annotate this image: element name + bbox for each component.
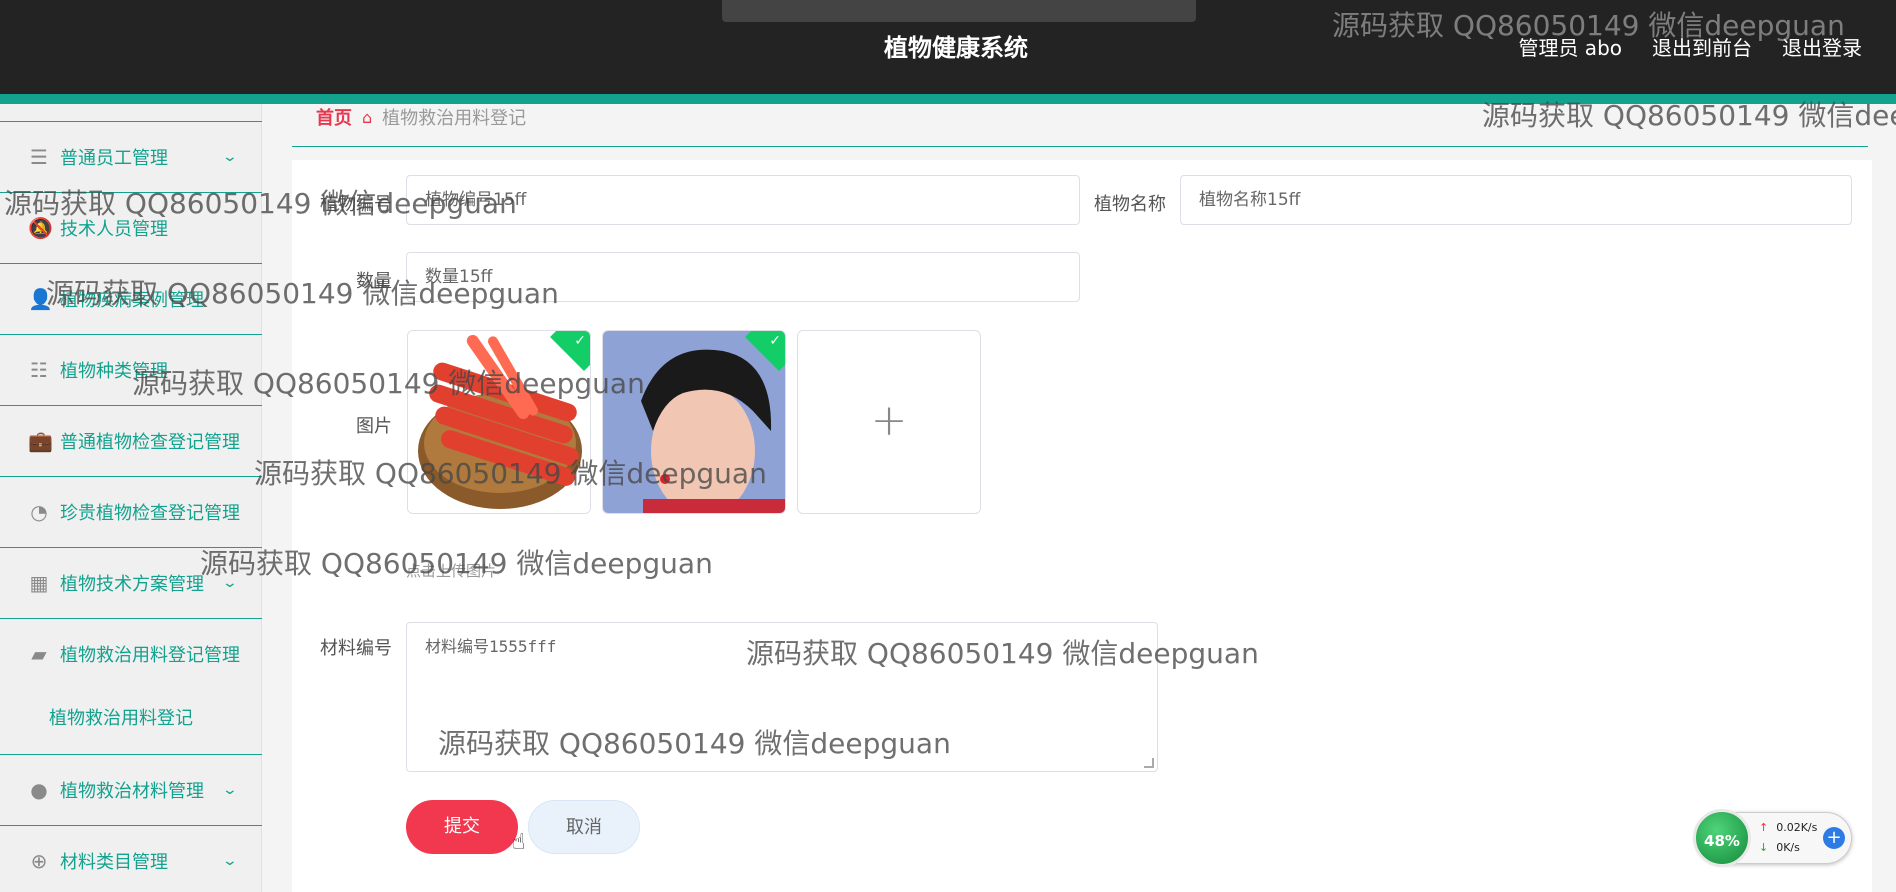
chevron-down-icon: ⌄ bbox=[221, 149, 239, 165]
sidebar-item-label: 技术人员管理 bbox=[60, 219, 168, 240]
top-bar: 植物健康系统 管理员 abo 退出到前台 退出登录 源码获取 QQ8605014… bbox=[0, 0, 1896, 104]
sidebar-item-label: 植物疾病案例管理 bbox=[60, 290, 204, 311]
material-code-value: 材料编号1555fff bbox=[425, 637, 557, 656]
sidebar-item-tech-staff[interactable]: 🔕 技术人员管理 bbox=[0, 192, 262, 263]
carrots-image bbox=[408, 331, 590, 513]
plus-icon: + bbox=[870, 395, 908, 446]
search-box[interactable] bbox=[722, 0, 1196, 22]
plant-code-label: 植物编号 bbox=[320, 194, 392, 215]
breadcrumb-home[interactable]: 首页 bbox=[316, 104, 352, 130]
briefcase-icon: 💼 bbox=[28, 429, 53, 453]
grid-icon: ▦ bbox=[29, 571, 49, 595]
breadcrumb: 首页 ⌂ 植物救治用料登记 bbox=[316, 104, 526, 130]
sidebar-item-label: 材料类目管理 bbox=[60, 852, 168, 873]
logout-link[interactable]: 退出登录 bbox=[1782, 32, 1862, 61]
hand-cursor-icon: ☝ bbox=[512, 830, 526, 855]
check-icon: ✓ bbox=[769, 333, 781, 349]
app-title: 植物健康系统 bbox=[884, 34, 1028, 62]
admin-label[interactable]: 管理员 abo bbox=[1518, 32, 1622, 61]
plant-name-input[interactable]: 植物名称15ff bbox=[1180, 175, 1852, 225]
chevron-down-icon: ⌄ bbox=[221, 853, 239, 869]
uploaded-image-carrots[interactable]: ✓ bbox=[407, 330, 591, 514]
compass-icon: ⊕ bbox=[30, 849, 48, 873]
sidebar-item-material-categories[interactable]: ⊕ 材料类目管理 ⌄ bbox=[0, 825, 262, 892]
to-frontend-link[interactable]: 退出到前台 bbox=[1652, 32, 1752, 61]
sidebar-item-label: 植物救治用料登记管理 bbox=[60, 645, 240, 666]
sidebar: ☰ 普通员工管理 ⌄ 🔕 技术人员管理 👤 植物疾病案例管理 ☷ 植物种类管理 … bbox=[0, 104, 262, 892]
bell-icon: 🔕 bbox=[28, 216, 53, 240]
sidebar-item-disease-cases[interactable]: 👤 植物疾病案例管理 bbox=[0, 263, 262, 334]
sidebar-item-normal-check[interactable]: 💼 普通植物检查登记管理 bbox=[0, 405, 262, 476]
material-code-label: 材料编号 bbox=[320, 638, 392, 659]
uploaded-image-portrait[interactable]: ✓ bbox=[602, 330, 786, 514]
arrow-up-icon: ↑ bbox=[1759, 821, 1769, 834]
sidebar-item-plant-types[interactable]: ☷ 植物种类管理 bbox=[0, 334, 262, 405]
chevron-down-icon: ⌄ bbox=[221, 575, 239, 591]
ticket-icon: ▰ bbox=[31, 642, 47, 666]
user-icon: 👤 bbox=[28, 287, 53, 311]
top-links: 管理员 abo 退出到前台 退出登录 bbox=[1518, 32, 1862, 61]
cpu-percent-badge: 48% bbox=[1693, 809, 1751, 867]
network-monitor-widget[interactable]: 48% ↑ 0.02K/s ↓ 0K/s + bbox=[1693, 809, 1852, 867]
sidebar-item-rescue-materials[interactable]: ● 植物救治材料管理 ⌄ bbox=[0, 754, 262, 825]
upload-speed: ↑ 0.02K/s bbox=[1759, 821, 1817, 834]
check-icon: ✓ bbox=[574, 333, 586, 349]
resize-handle[interactable] bbox=[1144, 758, 1154, 768]
bulb-icon: ● bbox=[30, 778, 48, 802]
sidebar-item-rare-check[interactable]: ◔ 珍贵植物检查登记管理 bbox=[0, 476, 262, 547]
sidebar-subitem-label: 植物救治用料登记 bbox=[49, 708, 193, 729]
sidebar-item-label: 植物救治材料管理 bbox=[60, 781, 204, 802]
plus-icon[interactable]: + bbox=[1823, 827, 1845, 849]
material-code-textarea[interactable]: 材料编号1555fff bbox=[406, 622, 1158, 772]
sidebar-subitem-active[interactable]: 植物救治用料登记 bbox=[0, 689, 262, 745]
image-upload-button[interactable]: + bbox=[797, 330, 981, 514]
sidebar-item-label: 植物技术方案管理 bbox=[60, 574, 204, 595]
quantity-input[interactable]: 数量15ff bbox=[406, 252, 1080, 302]
app-root: 植物健康系统 管理员 abo 退出到前台 退出登录 源码获取 QQ8605014… bbox=[0, 0, 1896, 892]
gauge-icon: ◔ bbox=[30, 500, 48, 524]
arrow-down-icon: ↓ bbox=[1759, 841, 1769, 854]
plant-name-label: 植物名称 bbox=[1094, 194, 1166, 215]
download-speed-value: 0K/s bbox=[1776, 841, 1800, 854]
upload-hint: 点击上传图片 bbox=[406, 562, 497, 580]
menu-icon: ☰ bbox=[30, 145, 48, 169]
image-label: 图片 bbox=[356, 416, 392, 437]
home-icon: ⌂ bbox=[362, 107, 373, 127]
sidebar-item-label: 普通植物检查登记管理 bbox=[60, 432, 240, 453]
chevron-down-icon: ⌄ bbox=[221, 782, 239, 798]
sidebar-item-rescue-material-register[interactable]: ▰ 植物救治用料登记管理 bbox=[0, 618, 262, 689]
upload-speed-value: 0.02K/s bbox=[1776, 821, 1818, 834]
breadcrumb-divider bbox=[292, 146, 1868, 147]
list-icon: ☷ bbox=[30, 358, 48, 382]
portrait-image bbox=[603, 331, 785, 513]
sidebar-item-label: 植物种类管理 bbox=[60, 361, 168, 382]
plant-code-input[interactable]: 植物编号15ff bbox=[406, 175, 1080, 225]
sidebar-item-label: 珍贵植物检查登记管理 bbox=[60, 503, 240, 524]
breadcrumb-current: 植物救治用料登记 bbox=[382, 108, 527, 129]
submit-button[interactable]: 提交 bbox=[406, 800, 518, 854]
header-accent-bar bbox=[0, 94, 1896, 104]
sidebar-item-tech-plans[interactable]: ▦ 植物技术方案管理 ⌄ bbox=[0, 547, 262, 618]
download-speed: ↓ 0K/s bbox=[1759, 841, 1800, 854]
sidebar-item-label: 普通员工管理 bbox=[60, 148, 168, 169]
cancel-button[interactable]: 取消 bbox=[528, 800, 640, 854]
quantity-label: 数量 bbox=[356, 271, 392, 292]
sidebar-item-staff[interactable]: ☰ 普通员工管理 ⌄ bbox=[0, 121, 262, 192]
